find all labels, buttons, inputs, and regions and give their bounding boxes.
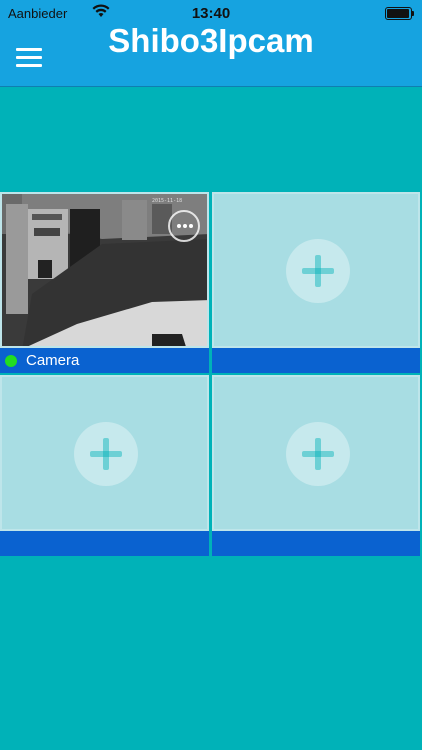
- menu-icon[interactable]: [16, 48, 42, 68]
- slot-label-bar: [0, 531, 209, 556]
- slot-label-bar: [212, 531, 420, 556]
- empty-camera-slot[interactable]: [212, 192, 420, 348]
- slot-label-bar: [212, 348, 420, 373]
- svg-text:2015-11-18: 2015-11-18: [152, 198, 182, 204]
- empty-camera-slot[interactable]: [212, 375, 420, 531]
- camera-tile[interactable]: 2015-11-18: [0, 192, 209, 348]
- empty-camera-slot[interactable]: [0, 375, 209, 531]
- camera-label-bar[interactable]: Camera: [0, 348, 209, 373]
- add-camera-button[interactable]: [286, 422, 350, 486]
- more-options-button[interactable]: [168, 210, 200, 242]
- add-camera-button[interactable]: [286, 239, 350, 303]
- clock: 13:40: [191, 5, 231, 22]
- online-status-dot: [5, 355, 17, 367]
- battery-icon: [385, 7, 414, 20]
- app-header: Aanbieder 13:40 Shibo3Ipcam: [0, 0, 422, 87]
- camera-name-label: Camera: [26, 352, 80, 369]
- more-icon: [177, 224, 193, 228]
- add-camera-button[interactable]: [74, 422, 138, 486]
- page-title: Shibo3Ipcam: [108, 22, 314, 59]
- camera-grid: 2015-11-18 Camera: [0, 192, 422, 558]
